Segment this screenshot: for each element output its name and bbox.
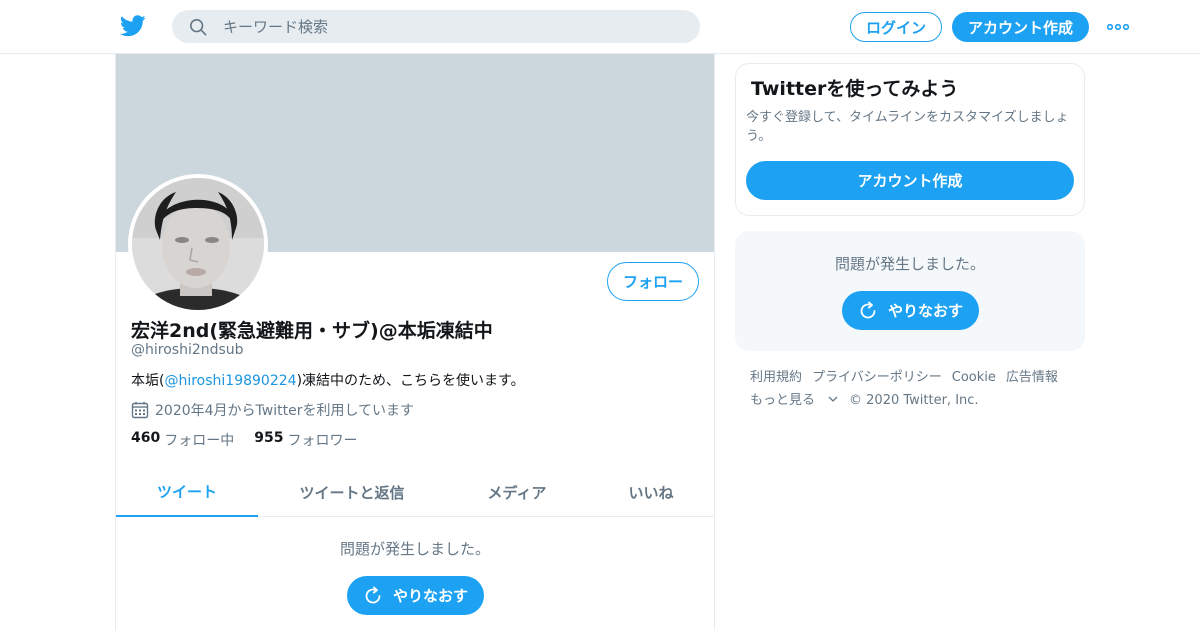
search-input[interactable] [223, 17, 663, 36]
profile-stats: 460 フォロー中 955 フォロワー [131, 430, 377, 450]
footer-second-row: もっと見る © 2020 Twitter, Inc. [750, 389, 1080, 412]
following-count: 460 [131, 430, 161, 446]
profile-joined-date: 2020年4月からTwitterを利用しています [131, 400, 414, 420]
sidebar-footer: 利用規約 プライバシーポリシー Cookie 広告情報 もっと見る © 2020… [750, 366, 1080, 412]
timeline-error-message: 問題が発生しました。 [339, 540, 490, 558]
calendar-icon [131, 401, 149, 419]
footer-link-cookie[interactable]: Cookie [952, 366, 996, 389]
timeline-retry-label: やりなおす [392, 587, 468, 605]
refresh-icon [860, 301, 876, 318]
profile-handle[interactable]: @hiroshi2ndsub [131, 342, 244, 358]
tab-media[interactable]: メディア [461, 467, 573, 517]
search-bar[interactable] [172, 10, 700, 43]
sidebar-error-card: 問題が発生しました。 やりなおす [735, 231, 1085, 351]
tab-tweets-and-replies[interactable]: ツイートと返信 [276, 467, 428, 517]
bio-mention-link[interactable]: @hiroshi19890224 [164, 373, 296, 389]
followers-stat[interactable]: 955 フォロワー [254, 430, 357, 450]
sidebar-retry-button[interactable]: やりなおす [842, 291, 979, 330]
joined-date-text: 2020年4月からTwitterを利用しています [155, 403, 415, 419]
footer-link-terms[interactable]: 利用規約 [750, 366, 802, 389]
signup-card-button[interactable]: アカウント作成 [746, 161, 1074, 200]
tab-likes[interactable]: いいね [596, 467, 706, 517]
follow-button[interactable]: フォロー [607, 262, 699, 301]
footer-more-link[interactable]: もっと見る [750, 389, 839, 412]
login-button[interactable]: ログイン [850, 12, 942, 42]
followers-count: 955 [254, 430, 284, 446]
following-stat[interactable]: 460 フォロー中 [131, 430, 234, 450]
signup-button[interactable]: アカウント作成 [952, 12, 1089, 42]
search-icon [189, 18, 207, 35]
bio-text-prefix: 本垢( [131, 373, 165, 389]
followers-label: フォロワー [287, 433, 358, 449]
bio-text-suffix: )凍結中のため、こちらを使います。 [296, 373, 525, 389]
footer-links-row: 利用規約 プライバシーポリシー Cookie 広告情報 [750, 366, 1080, 389]
profile-bio: 本垢(@hiroshi19890224)凍結中のため、こちらを使います。 [131, 370, 525, 390]
avatar[interactable] [128, 174, 268, 314]
avatar-portrait-image [132, 178, 264, 310]
footer-link-ads-info[interactable]: 広告情報 [1006, 366, 1058, 389]
more-options-button[interactable] [1106, 18, 1130, 36]
signup-card-description: 今すぐ登録して、タイムラインをカスタマイズしましょう。 [746, 110, 1069, 144]
chevron-down-icon [828, 396, 838, 402]
tab-tweets[interactable]: ツイート [116, 467, 258, 517]
twitter-bird-icon[interactable] [120, 14, 146, 38]
refresh-icon [365, 586, 381, 603]
footer-more-label: もっと見る [750, 393, 816, 408]
timeline-retry-button[interactable]: やりなおす [347, 576, 484, 615]
top-navigation-bar: ログイン アカウント作成 [0, 0, 1200, 54]
profile-display-name: 宏洋2nd(緊急避難用・サブ)@本垢凍結中 [131, 320, 493, 342]
signup-card: Twitterを使ってみよう 今すぐ登録して、タイムラインをカスタマイズしましょ… [735, 63, 1085, 216]
profile-column: フォロー 宏洋2nd(緊急避難用・サブ)@本垢凍結中 @hiroshi2ndsu… [115, 54, 715, 630]
avatar-photo [132, 178, 264, 310]
sidebar-retry-label: やりなおす [887, 302, 963, 320]
footer-link-privacy[interactable]: プライバシーポリシー [812, 366, 942, 389]
footer-copyright: © 2020 Twitter, Inc. [849, 393, 979, 408]
following-label: フォロー中 [164, 433, 235, 449]
profile-tabs: ツイート ツイートと返信 メディア いいね [116, 467, 714, 517]
more-dots-icon [1107, 24, 1129, 30]
signup-card-title: Twitterを使ってみよう [751, 78, 959, 100]
sidebar-error-message: 問題が発生しました。 [834, 255, 985, 273]
